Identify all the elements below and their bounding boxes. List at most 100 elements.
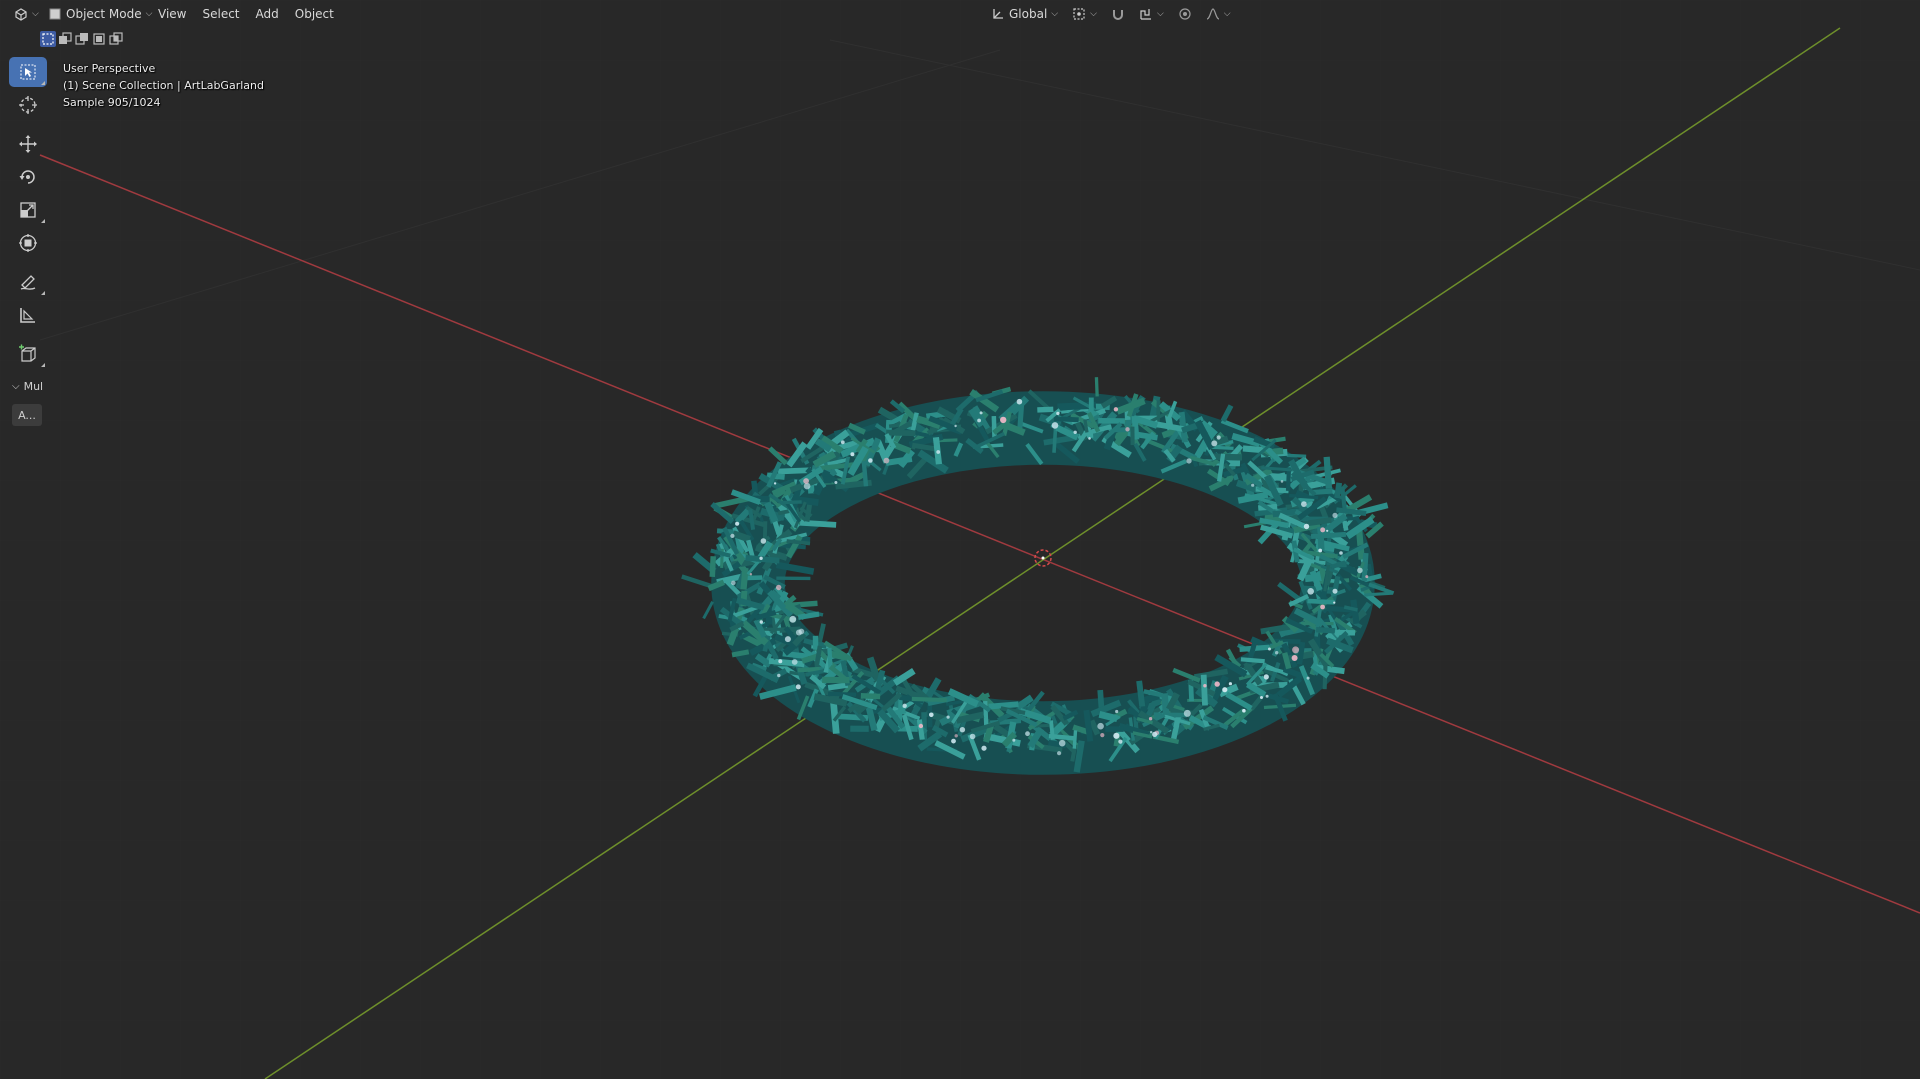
viewport-header: ⌵ Object Mode ⌵ View Select Add Object G…: [0, 0, 1920, 29]
menu-add[interactable]: Add: [248, 4, 287, 24]
tinsel-sparkle: [1222, 687, 1228, 693]
tinsel-sparkle: [1307, 588, 1314, 595]
tinsel-sparkle: [868, 458, 873, 463]
tool-options-corner: [41, 219, 45, 223]
tinsel-strand: [709, 556, 716, 577]
tinsel-strand: [746, 539, 755, 557]
last-operator-panel-header[interactable]: ⌵ Mul: [12, 380, 43, 393]
tinsel-strand: [777, 467, 812, 475]
snap-target-select[interactable]: ⌵: [1133, 4, 1170, 24]
select-subtract-button[interactable]: [74, 31, 90, 47]
tool-move[interactable]: [9, 129, 47, 159]
tinsel-strand: [764, 501, 779, 524]
tinsel-strand: [1048, 733, 1077, 741]
tool-add-cube[interactable]: [9, 339, 47, 369]
tool-options-corner: [41, 81, 45, 85]
viewport-3d[interactable]: ⌵ Object Mode ⌵ View Select Add Object G…: [0, 0, 1920, 1079]
tinsel-strand: [740, 567, 749, 590]
tinsel-strand: [1242, 445, 1264, 454]
proportional-edit-toggle[interactable]: [1172, 4, 1198, 24]
tool-transform[interactable]: [9, 228, 47, 258]
menu-select[interactable]: Select: [194, 4, 247, 24]
tinsel-strand: [1094, 377, 1099, 397]
tinsel-strand: [732, 530, 751, 543]
snap-toggle[interactable]: [1105, 4, 1131, 24]
tinsel-sparkle: [784, 636, 791, 643]
tinsel-strand: [1083, 709, 1094, 742]
orientation-label: Global: [1009, 7, 1048, 21]
tinsel-sparkle: [1332, 512, 1338, 519]
tinsel-sparkle: [840, 440, 845, 445]
last-operator-button[interactable]: A...: [12, 404, 42, 426]
tool-scale[interactable]: [9, 195, 47, 225]
viewport-3d-icon: [15, 8, 27, 21]
tinsel-sparkle: [929, 712, 934, 718]
tool-select-box[interactable]: [9, 57, 47, 87]
tinsel-strand: [707, 579, 725, 592]
tinsel-strand: [911, 696, 947, 703]
header-menu: View Select Add Object: [150, 4, 342, 24]
tinsel-sparkle: [977, 418, 981, 423]
tinsel-strand: [1211, 445, 1234, 451]
tool-rotate[interactable]: [9, 162, 47, 192]
tinsel-sparkle: [981, 745, 987, 751]
select-subtract-icon: [75, 33, 88, 45]
tinsel-sparkle: [1100, 733, 1105, 738]
tinsel-sparkle: [951, 738, 956, 744]
tinsel-sparkle: [1326, 529, 1329, 532]
tinsel-sparkle: [803, 478, 809, 484]
viewport-scene[interactable]: [0, 0, 1920, 1079]
tinsel-strand: [1200, 674, 1208, 706]
chevron-down-icon: ⌵: [1051, 9, 1059, 19]
tinsel-sparkle: [1214, 681, 1220, 687]
tinsel-sparkle: [1268, 647, 1271, 651]
collection-info: (1) Scene Collection | ArtLabGarland: [63, 79, 264, 92]
tinsel-strand: [1340, 486, 1348, 512]
floor-grid: [0, 0, 1920, 1079]
tool-annotate[interactable]: [9, 267, 47, 297]
tinsel-strand: [1308, 517, 1332, 527]
tinsel-strand: [860, 693, 881, 700]
tinsel-strand: [1310, 531, 1347, 539]
menu-object[interactable]: Object: [287, 4, 342, 24]
select-invert-button[interactable]: [91, 31, 107, 47]
tinsel-sparkle: [1333, 601, 1336, 604]
select-extend-icon: [59, 32, 72, 44]
pivot-point-select[interactable]: ⌵: [1066, 4, 1103, 24]
tinsel-sparkle: [954, 734, 958, 738]
tinsel-strand: [748, 509, 756, 530]
tinsel-strand: [1289, 493, 1319, 500]
tinsel-sparkle: [902, 703, 907, 708]
tinsel-sparkle: [735, 521, 740, 526]
tinsel-sparkle: [1251, 483, 1255, 487]
tinsel-strand: [1343, 605, 1358, 612]
select-intersect-button[interactable]: [108, 31, 124, 47]
add-cube-icon: [19, 344, 36, 362]
tinsel-strand: [988, 701, 1019, 710]
tool-measure[interactable]: [9, 300, 47, 330]
tinsel-strand: [762, 521, 768, 543]
select-extend-button[interactable]: [57, 31, 73, 47]
tinsel-sparkle: [1148, 717, 1153, 721]
tinsel-sparkle: [979, 411, 983, 415]
rotate-icon: [19, 170, 35, 184]
tinsel-sparkle: [1320, 527, 1326, 533]
transform-orientation-select[interactable]: Global ⌵: [985, 4, 1064, 24]
editor-type-button[interactable]: ⌵: [8, 4, 45, 24]
view-name: User Perspective: [63, 62, 156, 75]
select-new-button[interactable]: [40, 31, 56, 47]
tinsel-sparkle: [1025, 731, 1030, 737]
tinsel-strand: [1271, 638, 1301, 644]
tool-cursor[interactable]: [9, 90, 47, 120]
mode-label: Object Mode: [66, 7, 142, 21]
tinsel-sparkle: [1113, 407, 1119, 412]
tinsel-sparkle: [1275, 651, 1279, 655]
tinsel-strand: [801, 653, 820, 664]
tinsel-strand: [1136, 680, 1146, 707]
mode-select[interactable]: Object Mode ⌵: [42, 4, 158, 24]
proportional-falloff-select[interactable]: ⌵: [1200, 4, 1237, 24]
transform-tools: Global ⌵ ⌵ ⌵ ⌵: [985, 4, 1237, 24]
tinsel-strand: [1330, 560, 1346, 570]
menu-view[interactable]: View: [150, 4, 194, 24]
tinsel-sparkle: [773, 482, 777, 485]
